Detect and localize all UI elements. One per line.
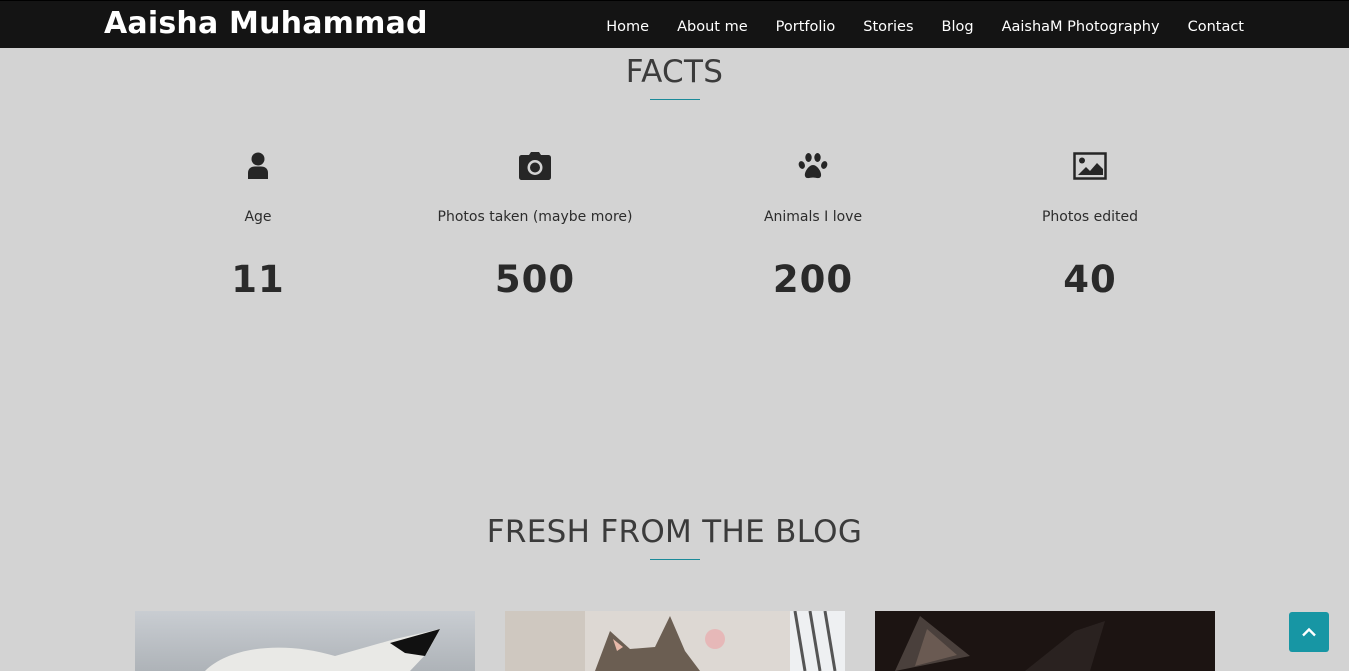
nav-link-blog[interactable]: Blog: [942, 19, 974, 35]
brand-logo[interactable]: Aaisha Muhammad: [104, 6, 428, 41]
fact-animals: Animals I love 200: [674, 151, 952, 301]
nav-link-stories[interactable]: Stories: [863, 19, 913, 35]
camera-icon: [396, 151, 674, 181]
nav-item-blog: Blog: [942, 16, 974, 35]
nav-item-home: Home: [606, 16, 649, 35]
fact-label: Animals I love: [763, 209, 863, 225]
blog-card-image[interactable]: [875, 611, 1215, 671]
nav-menu: Home About me Portfolio Stories Blog Aai…: [578, 1, 1244, 49]
nav-link-photography[interactable]: AaishaM Photography: [1002, 19, 1160, 35]
blog-photo-dark-cat: [875, 611, 1215, 671]
paw-icon: [674, 151, 952, 181]
image-icon: [951, 151, 1229, 181]
nav-item-portfolio: Portfolio: [776, 16, 836, 35]
blog-card-image[interactable]: [135, 611, 475, 671]
fact-value: 11: [231, 258, 285, 301]
fact-photos-taken: Photos taken (maybe more) 500: [396, 151, 674, 301]
blog-title: FRESH FROM THE BLOG: [486, 514, 863, 550]
user-icon: [119, 151, 397, 181]
fact-value: 40: [1063, 258, 1117, 301]
fact-age: Age 11: [119, 151, 397, 301]
chevron-up-icon: [1302, 627, 1316, 637]
nav-link-portfolio[interactable]: Portfolio: [776, 19, 836, 35]
fact-label: Photos taken (maybe more): [437, 209, 633, 225]
back-to-top-button[interactable]: [1289, 612, 1329, 652]
blog-title-underline: [650, 559, 700, 560]
fact-value: 200: [772, 258, 854, 301]
nav-link-about[interactable]: About me: [677, 19, 748, 35]
fact-photos-edited: Photos edited 40: [951, 151, 1229, 301]
nav-item-contact: Contact: [1188, 16, 1244, 35]
blog-card-image[interactable]: [505, 611, 845, 671]
fact-label: Age: [244, 209, 272, 225]
facts-title-underline: [650, 99, 700, 100]
blog-photo-cat: [505, 611, 845, 671]
nav-item-about: About me: [677, 16, 748, 35]
facts-title: FACTS: [625, 54, 724, 90]
nav-link-contact[interactable]: Contact: [1188, 19, 1244, 35]
fact-label: Photos edited: [1041, 209, 1139, 225]
nav-item-stories: Stories: [863, 16, 913, 35]
navbar: Aaisha Muhammad Home About me Portfolio …: [0, 0, 1349, 48]
nav-link-home[interactable]: Home: [606, 19, 649, 35]
fact-value: 500: [494, 258, 576, 301]
blog-photo-horse: [135, 611, 475, 671]
nav-item-photography: AaishaM Photography: [1002, 16, 1160, 35]
